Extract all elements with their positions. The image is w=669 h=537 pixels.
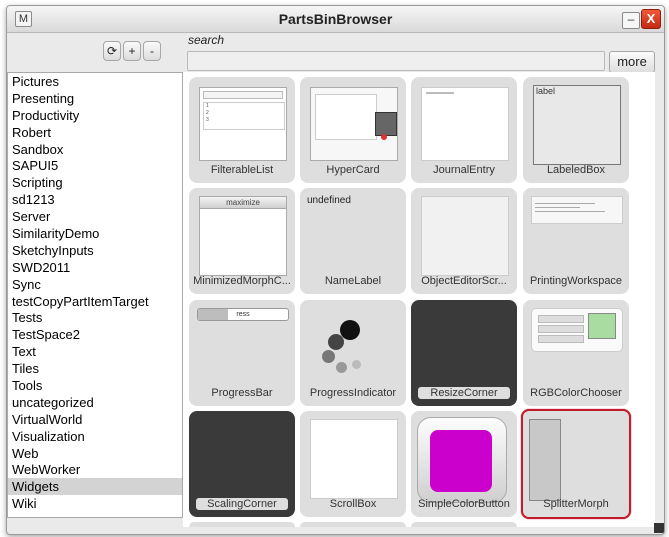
category-item[interactable]: WebWorker (8, 461, 182, 478)
part-tile-resize-corner[interactable]: ResizeCorner (411, 300, 517, 406)
category-item[interactable]: Web (8, 445, 182, 462)
part-tile-scaling-corner[interactable]: ScalingCorner (189, 411, 295, 517)
refresh-button[interactable]: ⟳ (103, 41, 121, 61)
part-name: ScalingCorner (196, 498, 288, 510)
progress-bar-thumbnail: ress (197, 308, 289, 321)
category-item-selected[interactable]: Widgets (8, 478, 182, 496)
journal-entry-thumbnail (421, 87, 509, 161)
resize-handle[interactable] (654, 523, 664, 533)
category-item[interactable]: Tools (8, 377, 182, 394)
category-item[interactable]: SimilarityDemo (8, 225, 182, 242)
category-item[interactable]: Sandbox (8, 141, 182, 158)
category-item[interactable]: testCopyPartItemTarget (8, 293, 182, 310)
part-name: ObjectEditorScr... (421, 275, 507, 287)
part-tile-scroll-box[interactable]: ScrollBox (300, 411, 406, 517)
part-name: RGBColorChooser (530, 387, 622, 399)
object-editor-thumbnail (421, 196, 509, 276)
part-tile-partial[interactable] (411, 522, 517, 527)
hypercard-thumbnail (310, 87, 398, 161)
category-item[interactable]: Visualization (8, 428, 182, 445)
search-input[interactable] (187, 51, 605, 71)
window-title: PartsBinBrowser (278, 11, 393, 27)
part-tile-hypercard[interactable]: HyperCard (300, 77, 406, 183)
category-item[interactable]: Scripting (8, 174, 182, 191)
progress-bar-thumb-text: ress (236, 311, 250, 318)
plus-icon: + (128, 44, 136, 58)
category-item[interactable]: Server (8, 208, 182, 225)
remove-part-button[interactable]: - (143, 41, 161, 61)
category-item[interactable]: TestSpace2 (8, 326, 182, 343)
category-item[interactable]: Wiki (8, 495, 182, 512)
title-bar[interactable]: M PartsBinBrowser – X (7, 6, 664, 33)
simple-color-button-thumbnail (417, 417, 507, 503)
part-name: ResizeCorner (418, 387, 510, 399)
search-label: search (188, 33, 225, 47)
part-tile-object-editor-scr[interactable]: ObjectEditorScr... (411, 188, 517, 294)
labeled-box-thumb-text: label (536, 86, 556, 96)
part-tile-labeled-box[interactable]: label LabeledBox (523, 77, 629, 183)
color-swatch (430, 430, 492, 492)
category-item[interactable]: Text (8, 343, 182, 360)
category-item[interactable]: Presenting (8, 90, 182, 107)
part-tile-simple-color-button[interactable]: SimpleColorButton (411, 411, 517, 517)
part-name: NameLabel (324, 275, 382, 287)
category-item[interactable]: Tests (8, 309, 182, 326)
refresh-icon: ⟳ (106, 44, 118, 58)
part-name: HyperCard (326, 164, 380, 176)
category-item[interactable]: VirtualWorld (8, 411, 182, 428)
printing-workspace-thumbnail (531, 196, 623, 224)
minimized-morph-thumb-text: maximize (200, 197, 286, 209)
part-name: ProgressBar (211, 387, 273, 399)
more-button[interactable]: more (609, 51, 655, 73)
category-item[interactable]: SWD2011 (8, 259, 182, 276)
part-tile-partial[interactable] (189, 522, 295, 527)
part-name: PrintingWorkspace (529, 275, 623, 287)
category-item[interactable]: SAPUI5 (8, 157, 182, 174)
category-item[interactable]: uncategorized (8, 394, 182, 411)
part-name: SplitterMorph (543, 498, 609, 510)
progress-indicator-thumbnail (322, 318, 382, 380)
part-name: MinimizedMorphC... (193, 275, 291, 287)
category-item[interactable]: Tiles (8, 360, 182, 377)
scroll-box-thumbnail (310, 419, 398, 499)
part-name: ProgressIndicator (309, 387, 397, 399)
part-tile-progress-bar[interactable]: ress ProgressBar (189, 300, 295, 406)
part-tile-minimized-morph[interactable]: maximize MinimizedMorphC... (189, 188, 295, 294)
minimize-button[interactable]: – (622, 12, 640, 29)
part-tile-journal-entry[interactable]: JournalEntry (411, 77, 517, 183)
parts-bin-window: M PartsBinBrowser – X ⟳ + - search more … (6, 5, 665, 535)
name-label-thumb-text: undefined (307, 195, 351, 206)
splitter-morph-thumbnail (529, 419, 561, 501)
minimized-morph-thumbnail: maximize (199, 196, 287, 276)
category-item[interactable]: Pictures (8, 73, 182, 90)
category-list[interactable]: Pictures Presenting Productivity Robert … (7, 72, 183, 518)
category-item[interactable]: Productivity (8, 107, 182, 124)
part-name: SimpleColorButton (418, 498, 510, 510)
part-tile-progress-indicator[interactable]: ProgressIndicator (300, 300, 406, 406)
part-name: ScrollBox (329, 498, 377, 510)
part-tile-splitter-morph[interactable]: SplitterMorph (521, 409, 631, 519)
part-name: FilterableList (210, 164, 274, 176)
category-item[interactable]: SketchyInputs (8, 242, 182, 259)
category-item[interactable]: Robert (8, 124, 182, 141)
part-tile-filterable-list[interactable]: 123 FilterableList (189, 77, 295, 183)
part-tile-partial[interactable] (300, 522, 406, 527)
labeled-box-thumbnail: label (533, 85, 621, 165)
minus-icon: - (150, 44, 154, 58)
category-item[interactable]: sd1213 (8, 191, 182, 208)
close-button[interactable]: X (641, 9, 661, 29)
rgb-color-chooser-thumbnail (531, 308, 623, 352)
part-name: LabeledBox (546, 164, 606, 176)
parts-grid: 123 FilterableList HyperCard JournalEntr… (183, 72, 655, 527)
part-name: JournalEntry (433, 164, 495, 176)
part-tile-rgb-color-chooser[interactable]: RGBColorChooser (523, 300, 629, 406)
part-tile-printing-workspace[interactable]: PrintingWorkspace (523, 188, 629, 294)
part-tile-name-label[interactable]: undefined NameLabel (300, 188, 406, 294)
add-part-button[interactable]: + (123, 41, 141, 61)
filterable-list-thumbnail: 123 (199, 87, 287, 161)
category-item[interactable]: Sync (8, 276, 182, 293)
